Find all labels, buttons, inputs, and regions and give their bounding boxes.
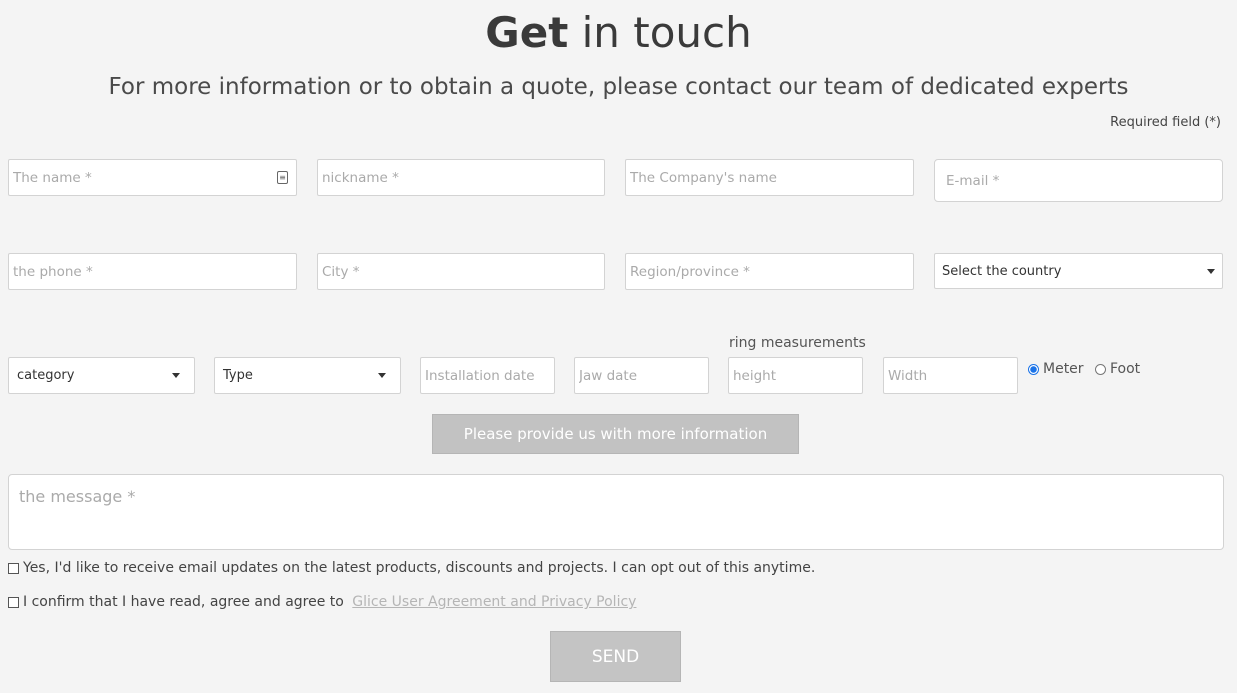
name-field[interactable] <box>8 159 297 196</box>
unit-meter-label: Meter <box>1043 361 1084 377</box>
region-province-field[interactable] <box>625 253 914 290</box>
agreement-consent-text: I confirm that I have read, agree and ag… <box>23 594 349 610</box>
email-field[interactable] <box>934 159 1223 202</box>
caret-down-icon <box>1207 268 1215 274</box>
unit-foot-label: Foot <box>1110 361 1141 377</box>
ring-measurements-label: ring measurements <box>729 335 866 351</box>
newsletter-checkbox[interactable] <box>8 562 19 574</box>
category-select[interactable]: category <box>8 357 195 394</box>
phone-field[interactable] <box>8 253 297 290</box>
type-select[interactable]: Type <box>214 357 401 394</box>
category-select-value: category <box>17 368 75 383</box>
city-field[interactable] <box>317 253 605 290</box>
radio-unselected-icon[interactable] <box>1095 363 1106 375</box>
caret-down-icon <box>172 373 180 378</box>
more-information-button[interactable]: Please provide us with more information <box>432 414 799 454</box>
country-select[interactable]: Select the country <box>934 253 1223 289</box>
type-select-value: Type <box>223 368 253 383</box>
newsletter-consent[interactable]: Yes, I'd like to receive email updates o… <box>8 560 815 576</box>
company-name-field[interactable] <box>625 159 914 196</box>
page-subtitle: For more information or to obtain a quot… <box>108 74 1129 100</box>
agreement-checkbox[interactable] <box>8 596 19 608</box>
nickname-field[interactable] <box>317 159 605 196</box>
width-field[interactable] <box>883 357 1018 394</box>
unit-radio-meter[interactable]: Meter <box>1028 361 1084 377</box>
page-title: Get in touch <box>0 8 1237 57</box>
message-field[interactable] <box>8 474 1224 550</box>
required-field-note: Required field (*) <box>1110 115 1221 130</box>
unit-radio-foot[interactable]: Foot <box>1095 361 1140 377</box>
height-field[interactable] <box>728 357 863 394</box>
installation-date-field[interactable] <box>420 357 555 394</box>
user-agreement-link[interactable]: Glice User Agreement and Privacy Policy <box>352 594 636 610</box>
agreement-consent[interactable]: I confirm that I have read, agree and ag… <box>8 594 636 610</box>
contact-card-icon[interactable]: ≡ <box>277 171 288 184</box>
caret-down-icon <box>378 373 386 378</box>
country-select-value: Select the country <box>942 263 1062 279</box>
radio-selected-icon[interactable] <box>1028 363 1039 375</box>
newsletter-consent-text: Yes, I'd like to receive email updates o… <box>23 560 816 576</box>
title-rest: in touch <box>568 8 752 57</box>
jaw-date-field[interactable] <box>574 357 709 394</box>
title-bold: Get <box>485 8 569 57</box>
send-button[interactable]: SEND <box>550 631 681 682</box>
